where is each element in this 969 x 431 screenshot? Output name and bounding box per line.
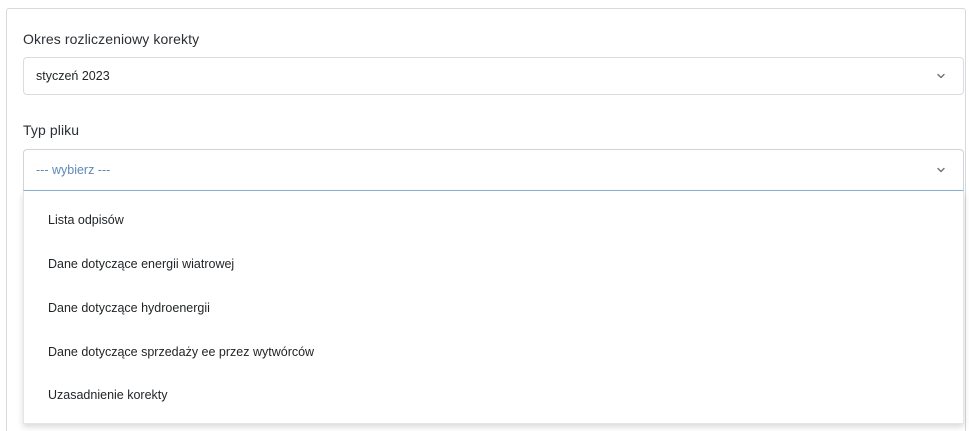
option-hydroenergia[interactable]: Dane dotyczące hydroenergii [48, 301, 210, 315]
period-select-value: styczeń 2023 [36, 69, 110, 83]
file-type-dropdown: Lista odpisów Dane dotyczące energii wia… [23, 191, 964, 424]
file-type-placeholder: --- wybierz --- [36, 163, 111, 177]
file-type-select[interactable]: --- wybierz --- [23, 149, 964, 191]
option-lista-odpisow[interactable]: Lista odpisów [48, 213, 124, 227]
file-type-label: Typ pliku [23, 122, 80, 138]
period-label: Okres rozliczeniowy korekty [23, 31, 200, 47]
chevron-down-icon [937, 73, 945, 79]
option-uzasadnienie-korekty[interactable]: Uzasadnienie korekty [48, 388, 168, 402]
option-sprzedaz-ee[interactable]: Dane dotyczące sprzedaży ee przez wytwór… [48, 345, 314, 359]
period-select[interactable]: styczeń 2023 [23, 57, 964, 95]
chevron-down-icon [937, 167, 945, 173]
option-energia-wiatrowa[interactable]: Dane dotyczące energii wiatrowej [48, 257, 234, 271]
